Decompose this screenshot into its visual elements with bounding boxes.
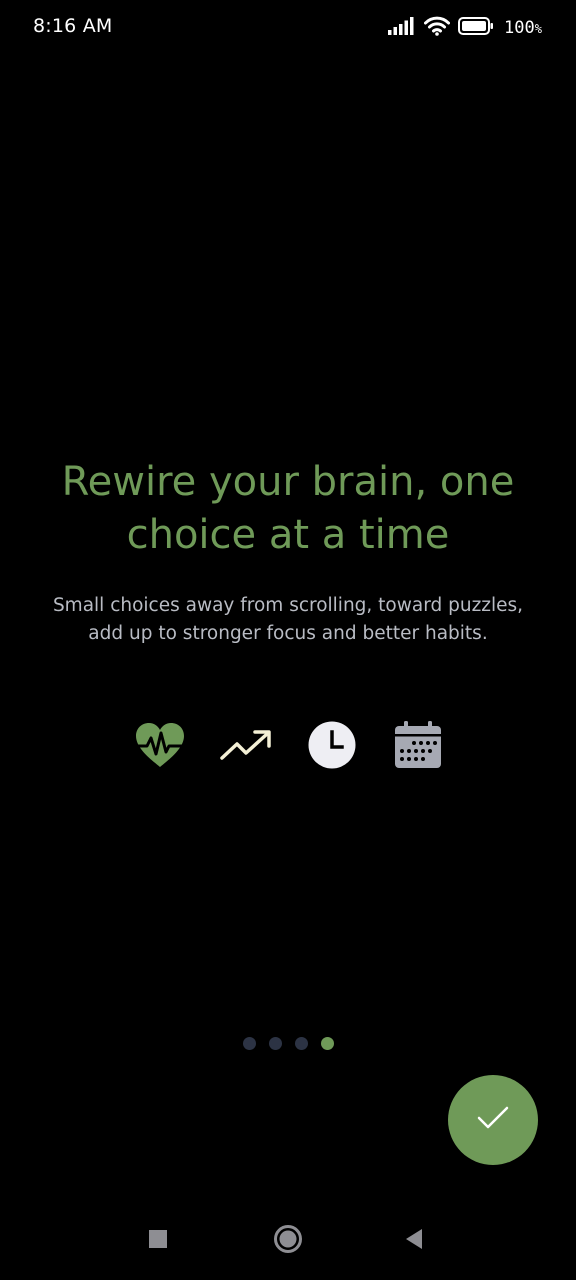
home-circle-icon bbox=[273, 1224, 303, 1258]
calendar-icon bbox=[391, 718, 445, 772]
battery-percent: 100% bbox=[504, 18, 542, 38]
status-time: 8:16 AM bbox=[33, 15, 113, 37]
system-nav-bar bbox=[0, 1200, 576, 1280]
recents-button[interactable] bbox=[143, 1226, 173, 1256]
page-dot-2[interactable] bbox=[269, 1037, 282, 1050]
feature-icons-row bbox=[0, 718, 576, 772]
clock-icon bbox=[305, 718, 359, 772]
onboarding-title: Rewire your brain, one choice at a time bbox=[61, 459, 515, 558]
back-button[interactable] bbox=[399, 1226, 429, 1256]
battery-symbol: % bbox=[534, 22, 542, 36]
page-dot-1[interactable] bbox=[243, 1037, 256, 1050]
home-button[interactable] bbox=[271, 1224, 305, 1258]
signal-icon bbox=[388, 17, 416, 39]
page-dot-4-active[interactable] bbox=[321, 1037, 334, 1050]
recents-square-icon bbox=[148, 1229, 168, 1253]
finish-button[interactable] bbox=[448, 1075, 538, 1165]
battery-icon bbox=[458, 16, 494, 40]
checkmark-icon bbox=[476, 1104, 510, 1136]
wifi-icon bbox=[424, 16, 451, 40]
battery-value: 100 bbox=[504, 18, 535, 38]
page-dot-3[interactable] bbox=[295, 1037, 308, 1050]
page-indicator bbox=[243, 1037, 334, 1050]
back-triangle-icon bbox=[404, 1228, 424, 1254]
heart-pulse-icon bbox=[133, 718, 187, 772]
status-icons: 100% bbox=[388, 15, 542, 41]
status-bar: 8:16 AM 100% bbox=[0, 0, 576, 56]
onboarding-description: Small choices away from scrolling, towar… bbox=[52, 595, 524, 644]
trending-up-icon bbox=[219, 718, 273, 772]
